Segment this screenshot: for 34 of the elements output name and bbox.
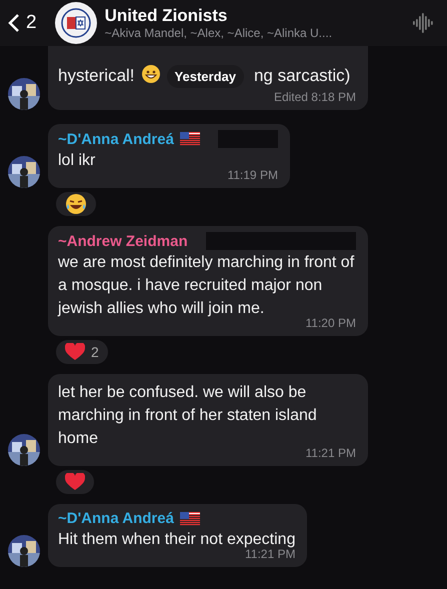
message-text: let her be confused. we will also be marching in front of her staten island home (58, 383, 318, 448)
message-time: 11:21 PM (304, 446, 356, 460)
back-button[interactable]: 2 (8, 12, 37, 34)
audio-wave-icon[interactable] (413, 11, 435, 35)
members-list: ~Akiva Mandel, ~Alex, ~Alice, ~Alinka U.... (104, 26, 405, 40)
sender-name[interactable]: ~D'Anna Andreá (58, 130, 174, 148)
date-pill: Yesterday (166, 65, 244, 88)
reaction-badge[interactable]: 2 (54, 338, 110, 366)
message-time: 11:19 PM (226, 168, 278, 182)
message-text: we are most definitely marching in front of a mosque. i have recruited major non jewish allies who will join me. (58, 253, 356, 318)
flag-icon (180, 512, 200, 526)
reaction-count: 2 (91, 344, 99, 360)
message-text: lol ikr (58, 151, 96, 171)
message-time: 11:21 PM (244, 547, 296, 561)
message-text: Hit them when their not expecting (58, 530, 296, 550)
message-text: ng sarcastic) (254, 66, 350, 85)
emblem-icon (60, 8, 91, 38)
grinning-face-icon (140, 64, 161, 84)
laughing-face-icon (65, 193, 87, 215)
sender-name[interactable]: ~D'Anna Andreá (58, 510, 174, 527)
avatar[interactable] (8, 156, 40, 188)
message-time: Edited 8:18 PM (272, 90, 356, 104)
message-text: hysterical! (58, 66, 135, 85)
heart-icon (65, 473, 85, 491)
avatar[interactable] (8, 434, 40, 466)
message-time: 11:20 PM (304, 316, 356, 330)
back-icon (8, 13, 20, 33)
heart-icon (65, 343, 85, 361)
chat-title: United Zionists (104, 6, 228, 26)
flag-icon (180, 132, 200, 146)
avatar[interactable] (8, 535, 40, 567)
sender-name[interactable]: ~Andrew Zeidman (58, 232, 188, 250)
avatar[interactable] (8, 78, 40, 110)
group-avatar[interactable] (54, 2, 97, 44)
